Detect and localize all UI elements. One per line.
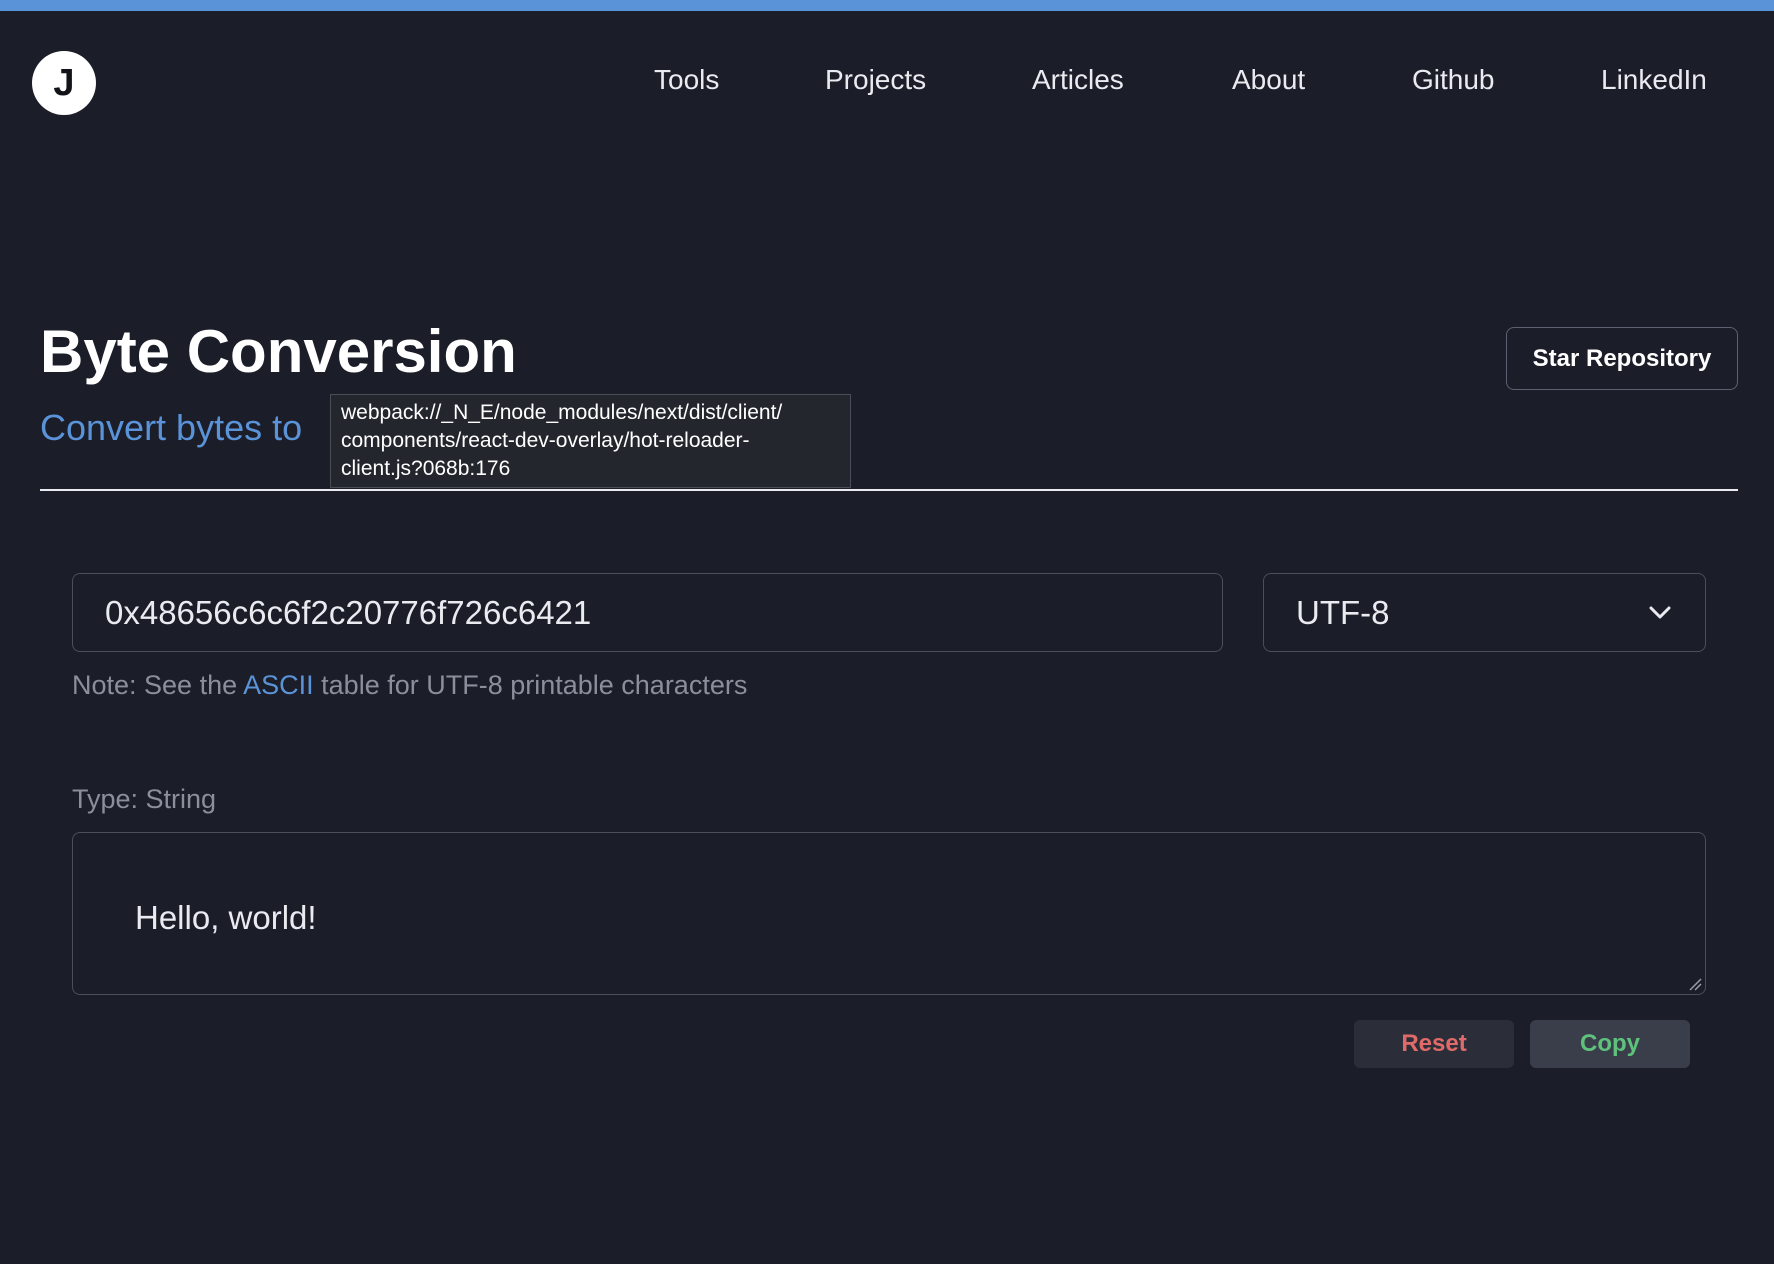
nav-link-linkedin[interactable]: LinkedIn	[1601, 64, 1707, 96]
page-subtitle: Convert bytes to	[40, 407, 303, 448]
source-tooltip: webpack://_N_E/node_modules/next/dist/cl…	[330, 394, 851, 488]
chevron-down-icon	[1647, 600, 1673, 626]
page: J Tools Projects Articles About Github L…	[0, 0, 1774, 1264]
nav-link-about[interactable]: About	[1232, 64, 1305, 96]
note-suffix: table for UTF-8 printable characters	[313, 670, 748, 700]
encoding-note: Note: See the ASCII table for UTF-8 prin…	[72, 670, 747, 701]
ascii-table-link[interactable]: ASCII	[243, 670, 314, 700]
bytes-input[interactable]	[72, 573, 1223, 652]
reset-button[interactable]: Reset	[1354, 1020, 1514, 1068]
encoding-select[interactable]: UTF-8	[1263, 573, 1706, 652]
output-textarea[interactable]: Hello, world!	[72, 832, 1706, 995]
encoding-value: UTF-8	[1296, 593, 1390, 631]
main-nav: Tools Projects Articles About Github Lin…	[0, 64, 1774, 104]
page-title: Byte Conversion	[40, 318, 517, 385]
output-value: Hello, world!	[135, 899, 317, 936]
output-type-label: Type: String	[72, 784, 217, 814]
tooltip-line: client.js?068b:176	[341, 457, 511, 480]
note-prefix: Note: See the	[72, 670, 244, 700]
star-repository-button[interactable]: Star Repository	[1506, 327, 1738, 390]
copy-button[interactable]: Copy	[1530, 1020, 1690, 1068]
tooltip-line: webpack://_N_E/node_modules/next/dist/cl…	[341, 401, 783, 424]
accent-top-bar	[0, 0, 1774, 11]
nav-link-tools[interactable]: Tools	[654, 64, 719, 96]
nav-link-github[interactable]: Github	[1412, 64, 1495, 96]
resize-grip-icon[interactable]	[1688, 977, 1702, 991]
header-divider	[40, 489, 1738, 491]
tooltip-line: components/react-dev-overlay/hot-reloade…	[341, 429, 750, 452]
nav-link-projects[interactable]: Projects	[825, 64, 926, 96]
nav-link-articles[interactable]: Articles	[1032, 64, 1124, 96]
